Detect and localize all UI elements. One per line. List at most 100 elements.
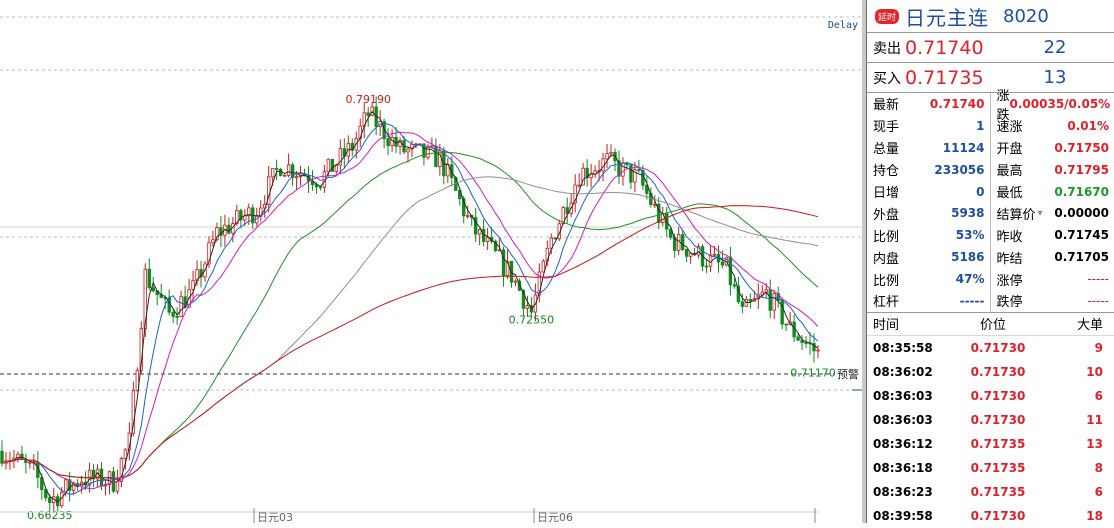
stat-row: 最新0.71740 [867,93,990,115]
ask-row[interactable]: 卖出 0.71740 22 [867,33,1114,63]
candle-body [283,175,286,176]
instrument-name: 日元主连 [905,2,989,31]
stat-label: 开盘 [997,138,1023,157]
ask-label: 卖出 [873,38,905,58]
stat-label: 持仓 [873,160,899,179]
candle-body [638,170,641,171]
candle-body [486,238,489,242]
dropdown-arrow-icon[interactable]: ▾ [1038,208,1043,219]
stat-value: 0.71740 [930,97,985,111]
candle-body [148,269,151,288]
stat-row: 结算价▾0.00000 [991,202,1114,224]
candle-body [255,216,258,223]
tick-row[interactable]: 08:35:580.717309 [867,336,1114,360]
candle-body [279,169,282,175]
tick-size: 8 [1043,461,1103,475]
candle-body [295,176,298,177]
candle-body [741,302,744,307]
ticks-list[interactable]: 08:35:580.71730908:36:020.717301008:36:0… [867,336,1114,528]
tick-row[interactable]: 08:36:020.7173010 [867,360,1114,384]
stat-label: 内盘 [873,248,899,267]
stat-row: 涨停----- [991,268,1114,290]
stat-row: 开盘 0.71750 [991,137,1114,159]
tick-price: 0.71730 [953,413,1043,427]
high-price-label: 0.79190 [345,93,391,106]
candle-body [124,450,127,459]
stat-row: 昨结0.71705 [991,246,1114,268]
candle-body [228,225,231,233]
stat-value: 5938 [951,206,984,220]
stat-label: 速涨 [997,116,1023,135]
tick-size: 11 [1043,413,1103,427]
stat-value: ----- [1087,294,1109,308]
instrument-code: 8020 [1003,6,1049,27]
bid-row[interactable]: 买入 0.71735 13 [867,63,1114,93]
tick-price: 0.71730 [953,509,1043,523]
tick-price: 0.71730 [953,389,1043,403]
chart-canvas[interactable]: 0.791900.662350.725500.71170预警日元03日元06 [0,0,862,523]
candle-body [64,480,67,492]
tick-row[interactable]: 08:39:580.7173018 [867,504,1114,528]
tick-row[interactable]: 08:36:120.7173513 [867,432,1114,456]
candle-body [769,290,772,311]
moving-average-line [2,132,818,489]
candle-body [395,137,398,146]
candle-body [474,217,477,234]
candle-body [427,146,430,157]
tick-time: 08:36:02 [873,365,953,379]
candle-body [749,300,752,302]
tick-price: 0.71735 [953,485,1043,499]
stat-value: 0.71750 [1054,141,1109,155]
candle-body [176,316,179,317]
tick-size: 10 [1043,365,1103,379]
stat-row: 总量 11124 [867,137,990,159]
stat-label: 总量 [873,138,899,157]
stat-value: 233056 [934,163,984,177]
tick-size: 6 [1043,389,1103,403]
stat-row: 现手 1 [867,115,990,137]
tick-row[interactable]: 08:36:180.717358 [867,456,1114,480]
tick-time: 08:36:23 [873,485,953,499]
candle-body [387,139,390,146]
tick-price: 0.71735 [953,437,1043,451]
x-axis-tick-label: 日元03 [257,511,293,523]
candle-body [685,249,688,256]
candle-body [478,229,481,234]
candle-body [502,250,505,276]
candle-body [331,159,334,171]
candle-body [29,462,32,463]
stat-row: 内盘5186 [867,246,990,268]
tick-row[interactable]: 08:36:030.7173011 [867,408,1114,432]
stat-label: 现手 [873,116,899,135]
tick-row[interactable]: 08:36:030.717306 [867,384,1114,408]
tick-price: 0.71730 [953,341,1043,355]
bid-label: 买入 [873,68,905,88]
stat-value: 0.00035/0.05% [1010,97,1111,111]
stat-label: 涨停 [997,270,1023,289]
stat-value: 1 [976,119,984,133]
stats-grid: 最新0.71740现手1总量11124持仓233056日增0外盘5938比例53… [867,93,1114,313]
candle-body [526,306,529,309]
tick-size: 18 [1043,509,1103,523]
candle-body [773,293,776,310]
tick-time: 08:36:03 [873,413,953,427]
quote-panel: 延时 日元主连 8020 卖出 0.71740 22 买入 0.71735 13… [866,0,1114,523]
candle-body [514,281,517,282]
stat-label: 昨收 [997,226,1023,245]
candle-body [271,168,274,177]
stat-value: 0 [976,185,984,199]
stat-value: 11124 [943,141,985,155]
stat-label: 最高 [997,160,1023,179]
candle-body [407,149,410,152]
tick-row[interactable]: 08:36:230.717356 [867,480,1114,504]
candle-body [733,285,736,286]
last-low-label: 0.71170 [790,367,836,380]
stat-row: 最高0.71795 [991,159,1114,181]
candle-body [212,240,215,243]
ticks-header-price: 价位 [943,314,1043,333]
candle-body [606,154,609,159]
stats-right-column: 涨跌0.00035/0.05%速涨0.01%开盘0.71750最高0.71795… [991,93,1114,312]
candle-body [781,300,784,324]
candlestick-chart[interactable]: 0.791900.662350.725500.71170预警日元03日元06 D… [0,0,862,523]
tick-time: 08:36:03 [873,389,953,403]
